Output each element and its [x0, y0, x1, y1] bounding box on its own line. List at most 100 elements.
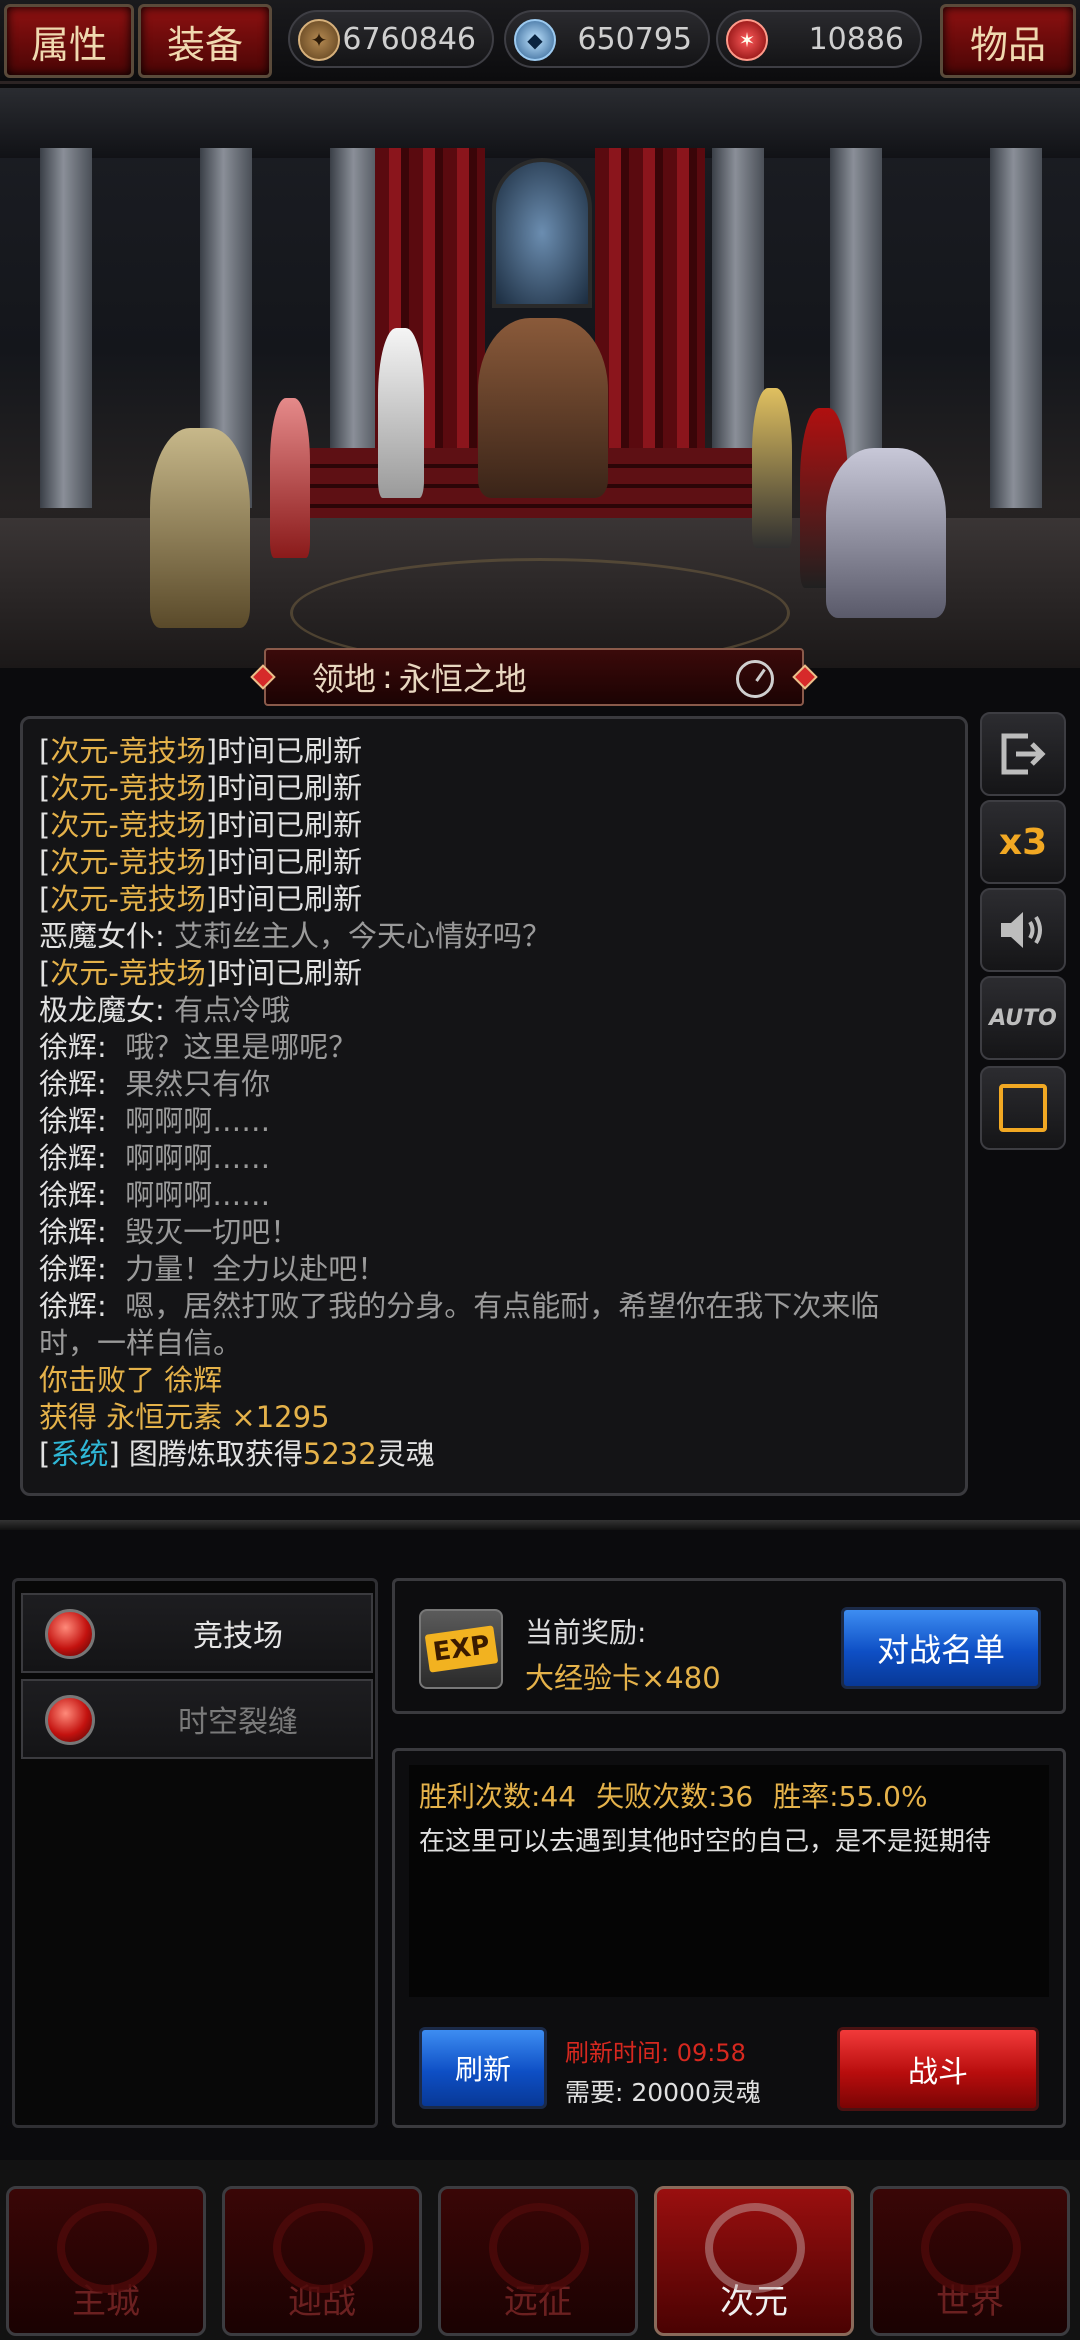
soul-gain-amount: 5232: [302, 1437, 377, 1471]
arena-tag: 次元-竞技场: [50, 771, 206, 805]
flag-icon: [489, 2203, 589, 2293]
fight-button[interactable]: 战斗: [837, 2027, 1039, 2111]
clock-icon[interactable]: [736, 660, 774, 698]
reward-value: 大经验卡×480: [525, 1661, 721, 1695]
nav-battle[interactable]: 迎战: [222, 2186, 422, 2336]
speaker-name: 徐辉:: [39, 1141, 107, 1175]
refresh-button[interactable]: 刷新: [419, 2027, 547, 2109]
equipment-button[interactable]: 装备: [138, 4, 272, 78]
chat-line: [次元-竞技场]时间已刷新: [39, 808, 363, 842]
chat-text: 嗯，居然打败了我的分身。有点能耐，希望你在我下次来临: [125, 1289, 880, 1323]
pillar: [40, 148, 92, 508]
losses-count: 36: [717, 1780, 754, 1813]
stained-window: [492, 158, 592, 308]
sound-button[interactable]: [980, 888, 1066, 972]
reward-label: 当前奖励:: [525, 1616, 647, 1649]
speaker-name: 徐辉:: [39, 1178, 107, 1212]
loot-message: 获得 永恒元素 ×1295: [39, 1400, 330, 1434]
arena-tag: 次元-竞技场: [50, 734, 206, 768]
record-line: 胜利次数:44 失败次数:36 胜率:55.0%: [419, 1775, 928, 1815]
rate-label: 胜率:: [773, 1780, 839, 1813]
arena-tag: 次元-竞技场: [50, 808, 206, 842]
chat-line: [次元-竞技场]时间已刷新: [39, 882, 363, 916]
chat-text: 时间已刷新: [217, 956, 363, 990]
dimension-emblem-icon: [705, 2203, 805, 2293]
red-orb-icon: [45, 1609, 95, 1659]
chat-line: 徐辉: 哦？这里是哪呢？: [39, 1029, 951, 1066]
stats-box: 胜利次数:44 失败次数:36 胜率:55.0% 在这里可以去遇到其他时空的自己，是…: [409, 1765, 1049, 1997]
red-haired-character: [270, 398, 310, 558]
auto-button[interactable]: AUTO: [980, 976, 1066, 1060]
chat-text: 灵魂: [376, 1437, 435, 1471]
nav-main-city[interactable]: 主城: [6, 2186, 206, 2336]
chat-log[interactable]: [次元-竞技场]时间已刷新 [次元-竞技场]时间已刷新 [次元-竞技场]时间已刷…: [20, 716, 968, 1496]
chat-line: 徐辉: 啊啊啊……: [39, 1177, 951, 1214]
reward-panel: EXP 当前奖励: 大经验卡×480 对战名单: [392, 1578, 1066, 1714]
nav-world[interactable]: 世界: [870, 2186, 1070, 2336]
chat-text: 毁灭一切吧！: [125, 1215, 300, 1249]
beast-character: [826, 448, 946, 618]
refresh-time: 刷新时间: 09:58: [565, 2039, 746, 2067]
white-dress-character: [378, 328, 424, 498]
speaker-name: 恶魔女仆:: [39, 919, 165, 953]
castle-icon: [57, 2203, 157, 2293]
system-tag: 系统: [50, 1437, 109, 1471]
defeat-message: 你击败了 徐辉: [39, 1363, 223, 1397]
chat-text: 图腾炼取获得: [128, 1437, 303, 1471]
gold-currency: ✦ 6760846: [288, 10, 494, 68]
bottom-nav: 主城 迎战 远征 次元 世界: [0, 2160, 1080, 2340]
exp-card-icon: EXP: [419, 1609, 503, 1689]
wins-label: 胜利次数:: [419, 1780, 541, 1813]
mode-list: 竞技场 时空裂缝: [12, 1578, 378, 2128]
refresh-cost: 需要: 20000灵魂: [565, 2078, 761, 2107]
chat-text: 艾莉丝主人，今天心情好吗？: [174, 919, 552, 953]
soul-amount: 10886: [808, 21, 904, 57]
gem-amount: 650795: [577, 21, 692, 57]
scene-arch: [0, 88, 1080, 158]
chat-line: 徐辉: 嗯，居然打败了我的分身。有点能耐，希望你在我下次来临: [39, 1288, 951, 1325]
battle-roster-button[interactable]: 对战名单: [841, 1607, 1041, 1689]
shrink-icon: [999, 1084, 1047, 1132]
arena-tag: 次元-竞技场: [50, 845, 206, 879]
speed-button[interactable]: x3: [980, 800, 1066, 884]
items-button[interactable]: 物品: [940, 4, 1076, 78]
nav-dimension[interactable]: 次元: [654, 2186, 854, 2336]
soul-currency: ✶ 10886: [716, 10, 922, 68]
pillar: [990, 148, 1042, 508]
attributes-button[interactable]: 属性: [4, 4, 134, 78]
speaker-name: 徐辉:: [39, 1030, 107, 1064]
chat-line: 徐辉: 果然只有你: [39, 1066, 951, 1103]
armored-knight-character: [150, 428, 250, 628]
collapse-button[interactable]: [980, 1066, 1066, 1150]
chat-line: [次元-竞技场]时间已刷新: [39, 771, 363, 805]
throne-room-scene: [0, 88, 1080, 668]
chat-line: 极龙魔女: 有点冷哦: [39, 992, 951, 1029]
panel-divider: [0, 1520, 1080, 1530]
speaker-name: 徐辉:: [39, 1289, 107, 1323]
bronze-coin-icon: ✦: [298, 19, 340, 61]
wins-count: 44: [540, 1780, 577, 1813]
chat-line: 恶魔女仆: 艾莉丝主人，今天心情好吗？: [39, 918, 951, 955]
nav-expedition[interactable]: 远征: [438, 2186, 638, 2336]
speaker-name: 徐辉:: [39, 1252, 107, 1286]
mode-item-rift[interactable]: 时空裂缝: [21, 1679, 373, 1759]
chat-line: [次元-竞技场]时间已刷新: [39, 734, 363, 768]
exit-button[interactable]: [980, 712, 1066, 796]
speaker-name: 徐辉:: [39, 1067, 107, 1101]
chat-text: 时间已刷新: [217, 882, 363, 916]
chat-text: 啊啊啊……: [125, 1178, 271, 1212]
chat-text: 有点冷哦: [174, 993, 291, 1027]
chat-text: 时间已刷新: [217, 808, 363, 842]
speaker-name: 徐辉:: [39, 1104, 107, 1138]
red-soul-icon: ✶: [726, 19, 768, 61]
mode-label: 竞技场: [193, 1619, 283, 1654]
speaker-icon: [1001, 912, 1042, 948]
globe-icon: [921, 2203, 1021, 2293]
exit-icon: [1001, 733, 1046, 775]
chat-text: 啊啊啊……: [125, 1104, 271, 1138]
mode-item-arena[interactable]: 竞技场: [21, 1593, 373, 1673]
blue-gem-icon: ◆: [514, 19, 556, 61]
arena-tag: 次元-竞技场: [50, 956, 206, 990]
chat-line: 徐辉: 啊啊啊……: [39, 1140, 951, 1177]
throne-demon-character: [478, 318, 608, 498]
